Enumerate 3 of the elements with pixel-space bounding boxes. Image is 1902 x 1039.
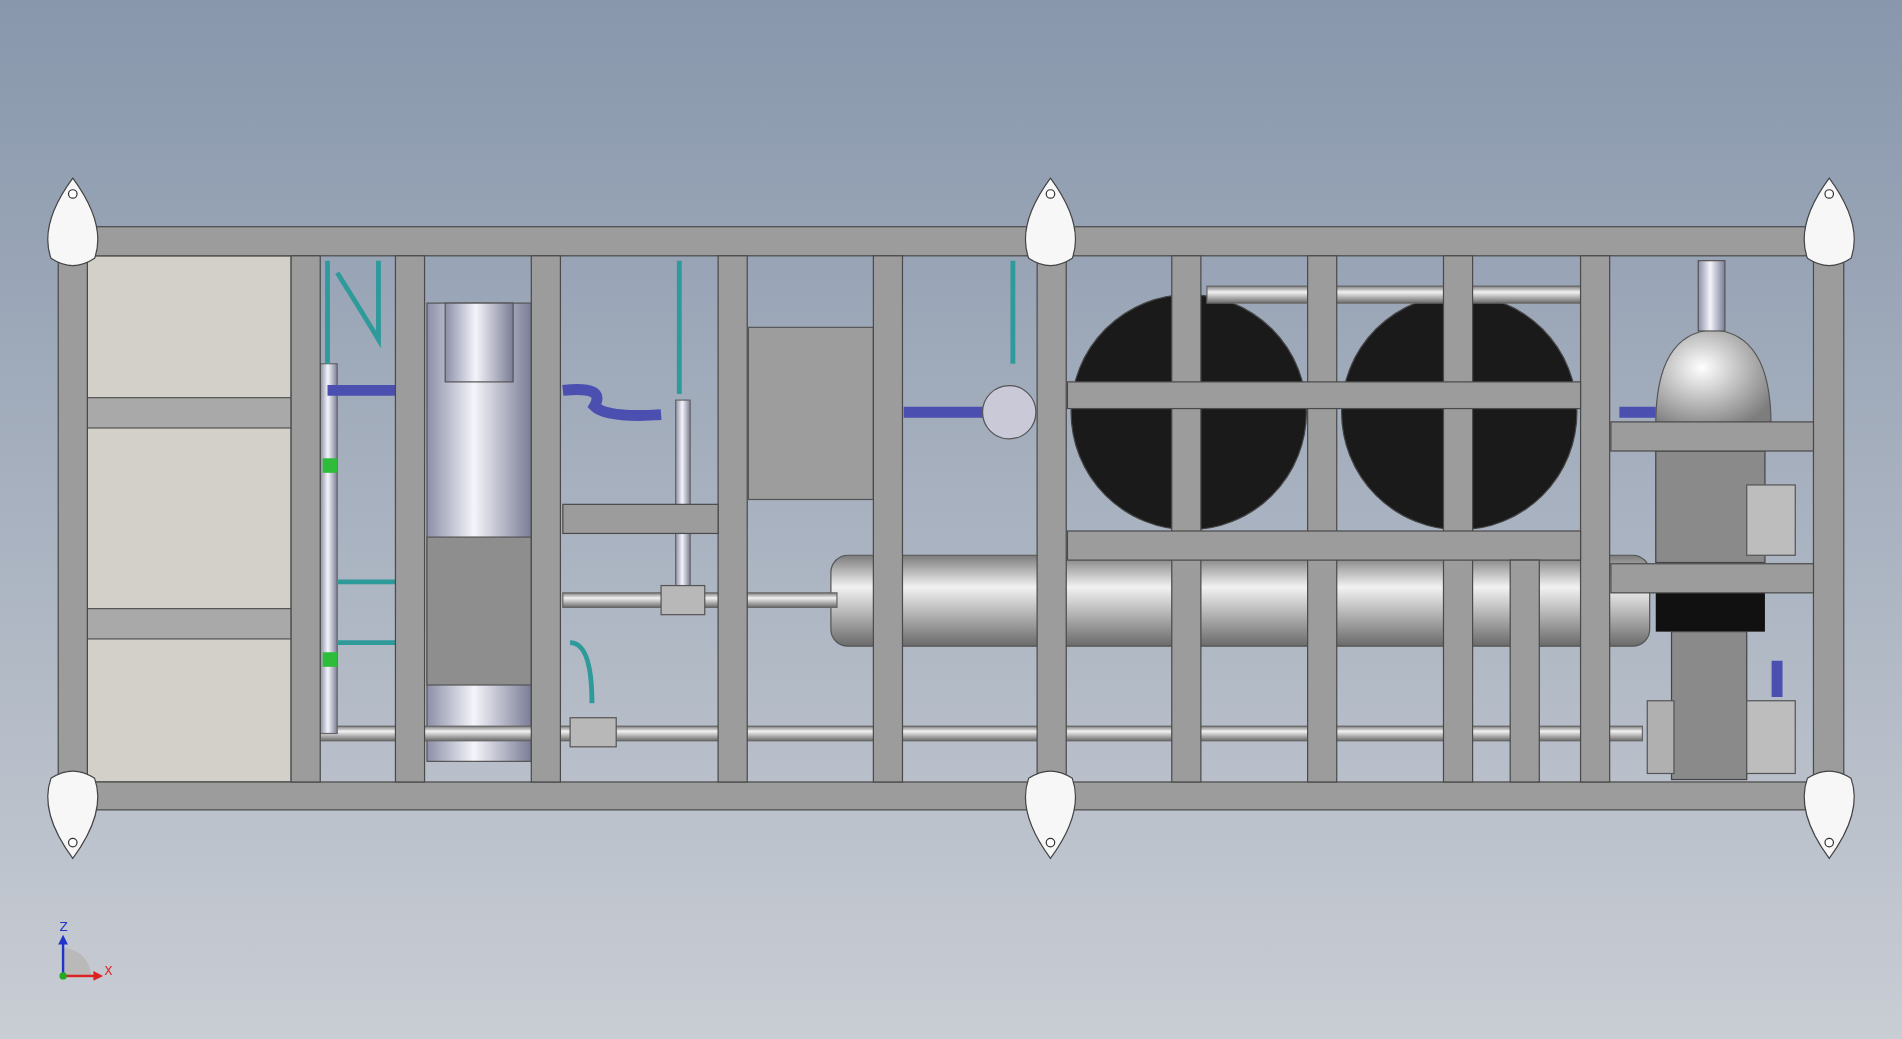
axis-label: X	[104, 963, 113, 978]
axis-triad-icon	[58, 934, 104, 981]
axis-label: Z	[59, 920, 68, 935]
